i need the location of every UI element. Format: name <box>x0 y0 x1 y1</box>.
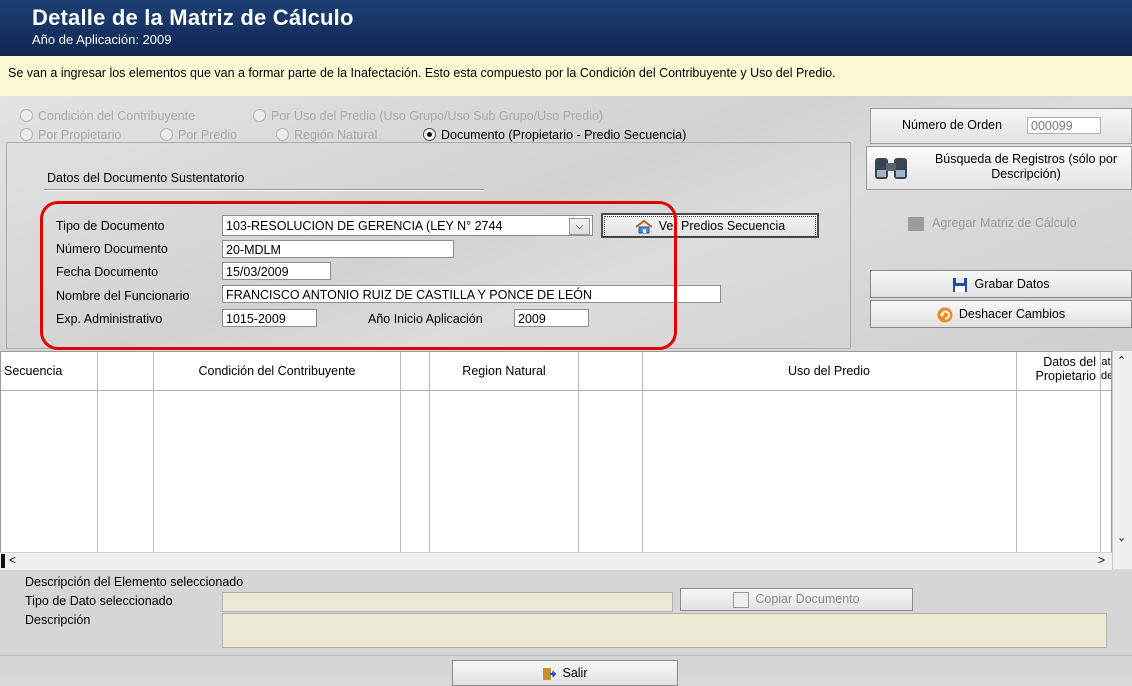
heading-divider <box>44 189 484 191</box>
numero-orden-field: 000099 <box>1027 117 1101 134</box>
deshacer-cambios-button[interactable]: Deshacer Cambios <box>870 300 1132 328</box>
binoculars-icon <box>875 158 907 179</box>
radio-condicion-contribuyente[interactable]: Condición del Contribuyente <box>20 108 195 124</box>
radio-uso-predio[interactable]: Por Uso del Predio (Uso Grupo/Uso Sub Gr… <box>253 108 603 124</box>
column-header-condicion[interactable]: Condición del Contribuyente <box>155 364 399 378</box>
descripcion-elemento-label: Descripción del Elemento seleccionado <box>25 575 244 589</box>
scroll-right-icon[interactable]: > <box>1098 553 1105 567</box>
descripcion-field <box>222 613 1107 648</box>
radio-dot-icon <box>20 128 33 141</box>
column-header-truncated[interactable]: at de <box>1101 355 1111 383</box>
radio-dot-icon <box>253 109 266 122</box>
column-header-region[interactable]: Region Natural <box>430 364 578 378</box>
radio-dot-icon <box>276 128 289 141</box>
tipo-dato-field <box>222 592 673 612</box>
radio-por-propietario[interactable]: Por Propietario <box>20 127 121 143</box>
window-title: Detalle de la Matriz de Cálculo <box>32 5 354 30</box>
info-text: Se van a ingresar los elementos que van … <box>8 66 836 80</box>
grid-column-divider <box>1016 352 1017 552</box>
column-header-uso-predio[interactable]: Uso del Predio <box>643 364 1015 378</box>
numero-orden-label: Número de Orden <box>902 118 1003 132</box>
highlight-annotation <box>40 201 677 350</box>
radio-dot-icon <box>20 109 33 122</box>
copiar-documento-button[interactable]: Copiar Documento <box>680 588 913 611</box>
salir-button[interactable]: Salir <box>452 660 678 686</box>
grid-column-divider <box>97 352 98 552</box>
grid-column-divider <box>429 352 430 552</box>
grid-column-divider <box>153 352 154 552</box>
grid-column-divider <box>578 352 579 552</box>
add-matrix-icon <box>908 217 924 231</box>
save-icon <box>953 277 968 292</box>
undo-icon <box>937 307 953 323</box>
grid-horizontal-scrollbar[interactable]: < > <box>0 552 1112 570</box>
column-header-datos-propietario[interactable]: Datos del Propietario <box>1020 355 1096 383</box>
exit-icon <box>543 667 557 680</box>
agregar-matriz-button[interactable]: Agregar Matriz de Cálculo <box>866 206 1132 240</box>
scroll-left-icon[interactable]: < <box>9 553 16 567</box>
scroll-up-icon[interactable]: ⌃ <box>1117 354 1126 367</box>
scroll-down-icon[interactable]: ⌄ <box>1117 531 1126 544</box>
copy-icon <box>733 591 750 608</box>
scroll-thumb[interactable] <box>1 554 5 568</box>
radio-region-natural[interactable]: Región Natural <box>276 127 377 143</box>
grid-column-divider <box>400 352 401 552</box>
radio-por-predio[interactable]: Por Predio <box>160 127 237 143</box>
radio-documento[interactable]: Documento (Propietario - Predio Secuenci… <box>423 127 686 143</box>
documento-heading: Datos del Documento Sustentatorio <box>47 171 245 185</box>
bottom-divider <box>0 655 1132 656</box>
column-header-secuencia[interactable]: Secuencia <box>4 364 62 378</box>
radio-dot-icon <box>160 128 173 141</box>
grid-column-divider <box>642 352 643 552</box>
tipo-dato-label: Tipo de Dato seleccionado <box>25 594 173 608</box>
grabar-datos-button[interactable]: Grabar Datos <box>870 270 1132 298</box>
window-subtitle: Año de Aplicación: 2009 <box>32 32 172 47</box>
busqueda-registros-label: Búsqueda de Registros (sólo por Descripc… <box>934 152 1118 181</box>
radio-dot-icon <box>423 128 436 141</box>
grid-vertical-scrollbar[interactable]: ⌃ ⌄ <box>1112 351 1132 569</box>
descripcion-label: Descripción <box>25 613 91 627</box>
